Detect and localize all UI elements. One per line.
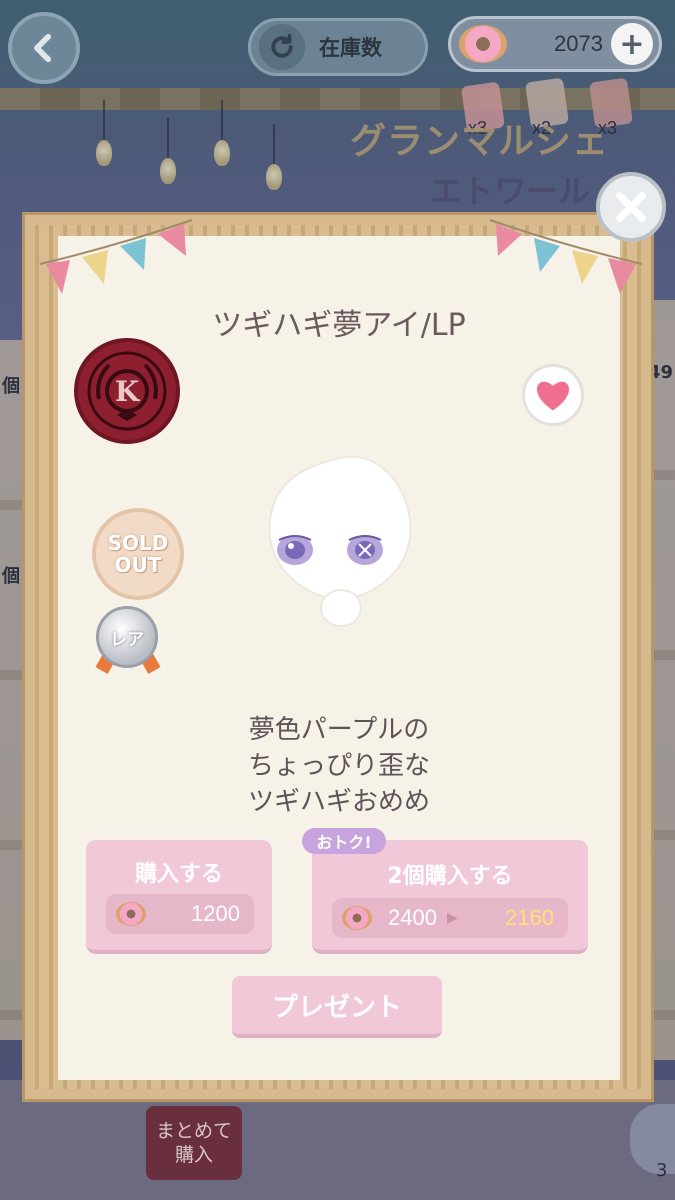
brand-letter: K [114, 374, 140, 408]
corner-count: 3 [656, 1160, 668, 1181]
rarity-label: レア [110, 629, 144, 650]
deal-badge: おトク! [302, 828, 386, 854]
arrow-right-icon: ▶ [446, 910, 458, 926]
buy-double-button[interactable]: 2個購入する 2400 ▶ 2160 [312, 840, 588, 954]
item-title: ツギハギ夢アイ/LP [212, 308, 466, 343]
currency-display: 2073 + [448, 16, 662, 72]
price-pill: 2400 ▶ 2160 [332, 898, 568, 938]
event-subtitle: エトワール [430, 172, 591, 210]
buy-single-label: 購入する [134, 862, 223, 887]
description-line: ちょっぴり歪な [247, 751, 430, 781]
favorite-button[interactable] [522, 364, 584, 426]
sale-price: 2160 [505, 905, 554, 930]
donut-icon [342, 906, 372, 930]
bulk-label: 購入 [174, 1144, 213, 1166]
background-awning [0, 88, 675, 110]
sold-out-text: OUT [114, 553, 162, 577]
lamp-icon [266, 124, 282, 190]
price-value: 1200 [191, 901, 240, 926]
buy-double-label: 2個購入する [387, 864, 513, 889]
rarity-badge: レア [96, 606, 158, 668]
description-line: 夢色パープルの [248, 715, 430, 745]
lamp-icon [160, 118, 176, 184]
heart-icon [536, 381, 570, 411]
stock-button[interactable]: 在庫数 [248, 18, 428, 76]
description-line: ツギハギおめめ [247, 787, 430, 817]
back-button[interactable] [8, 12, 80, 84]
buy-single-button[interactable]: 購入する 1200 [86, 840, 272, 954]
corner-button[interactable] [630, 1104, 675, 1174]
bulk-purchase-button[interactable]: まとめて 購入 [146, 1106, 242, 1180]
item-preview-image [268, 455, 412, 627]
left-count-label: 個 [2, 376, 20, 397]
original-price: 2400 [388, 905, 437, 930]
lamp-icon [96, 100, 112, 166]
price-pill: 1200 [106, 894, 254, 934]
bunting-left-decoration [39, 219, 193, 294]
event-title: グランマルシェ [350, 121, 610, 162]
brand-badge-icon: K [74, 338, 180, 444]
stock-label: 在庫数 [319, 36, 382, 60]
refresh-icon [259, 24, 305, 70]
sold-out-badge: SOLD OUT [92, 508, 184, 600]
item-description: 夢色パープルの ちょっぴり歪な ツギハギおめめ [58, 712, 620, 820]
lamp-icon [214, 100, 230, 166]
bulk-label: まとめて [155, 1120, 232, 1142]
donut-icon [459, 25, 507, 63]
close-button[interactable] [596, 172, 666, 242]
left-count-label: 個 [2, 566, 20, 587]
chevron-left-icon [34, 33, 52, 63]
present-button[interactable]: プレゼント [232, 976, 442, 1038]
currency-value: 2073 [554, 31, 603, 56]
sold-out-text: SOLD [107, 531, 169, 555]
add-currency-button[interactable]: + [611, 23, 653, 65]
close-icon [616, 192, 646, 222]
donut-icon [116, 902, 146, 926]
